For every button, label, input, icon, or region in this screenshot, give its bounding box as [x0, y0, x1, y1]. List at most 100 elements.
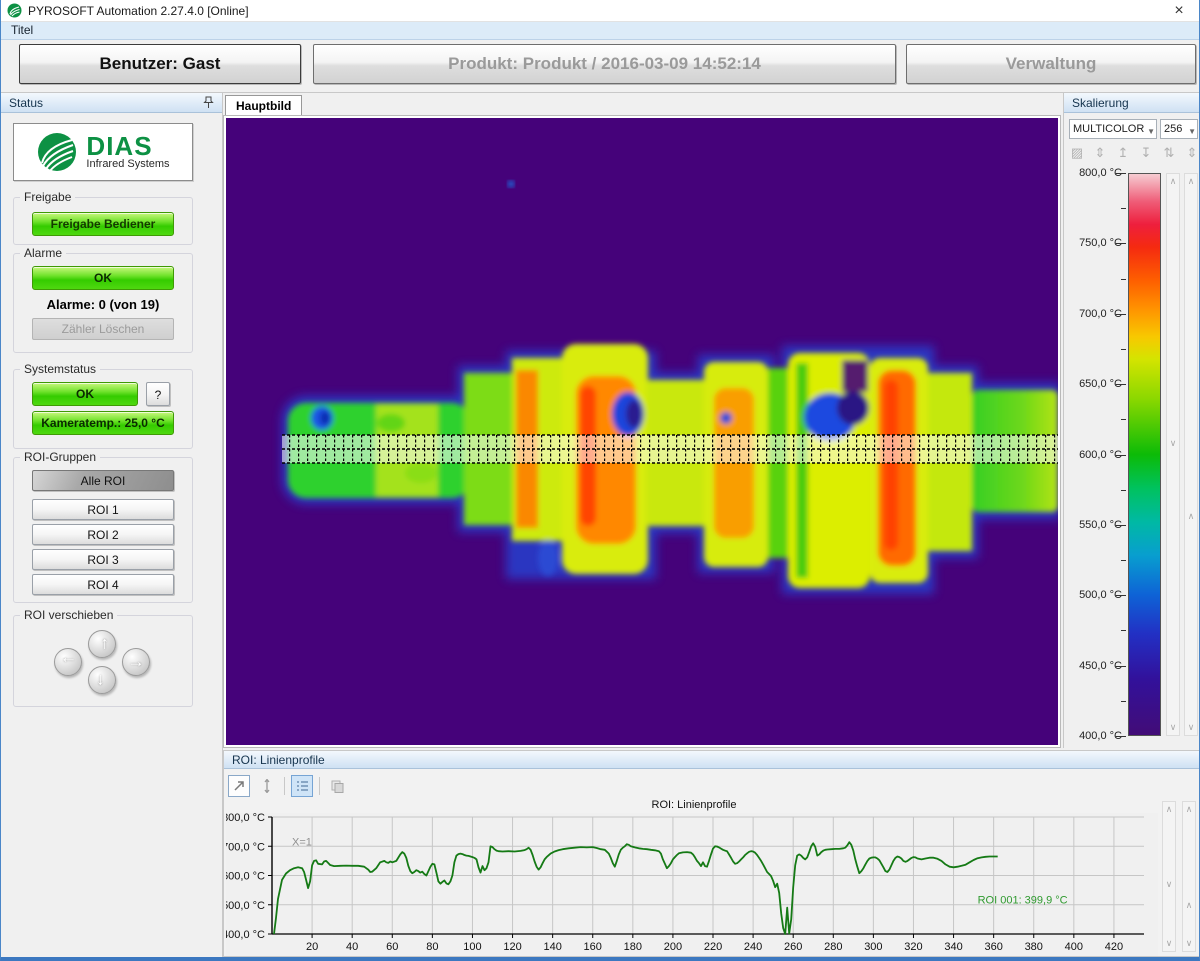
scale-label: 650,0 °C: [1062, 378, 1122, 390]
svg-text:240: 240: [744, 941, 762, 953]
roi-verschieben-group: ROI verschieben → → → →: [13, 615, 193, 707]
scale-scrollbar-min[interactable]: ∧∧∨: [1184, 173, 1198, 736]
scale-min-down-icon[interactable]: ↧: [1139, 145, 1153, 161]
scale-label: 700,0 °C: [1062, 308, 1122, 320]
scale-label: 600,0 °C: [1062, 449, 1122, 461]
user-button[interactable]: Benutzer: Gast: [19, 44, 301, 84]
svg-text:60: 60: [386, 941, 398, 953]
roi-move-left-button[interactable]: →: [54, 648, 82, 676]
alarme-ok-button[interactable]: OK: [32, 266, 174, 290]
dias-subtitle-text: Infrared Systems: [86, 158, 169, 170]
systemstatus-label: Systemstatus: [20, 362, 100, 376]
svg-text:180: 180: [624, 941, 642, 953]
svg-text:280: 280: [824, 941, 842, 953]
line-profile-chart[interactable]: 800,0 °C700,0 °C600,0 °C500,0 °C400,0 °C…: [226, 813, 1158, 956]
scale-reset-icon[interactable]: ⇕: [1185, 145, 1199, 161]
titel-bar: Titel: [1, 22, 1199, 40]
zaehler-loeschen-button[interactable]: Zähler Löschen: [32, 318, 174, 340]
dias-logo: DIAS Infrared Systems: [13, 123, 193, 181]
svg-text:800,0 °C: 800,0 °C: [226, 813, 265, 824]
thermal-image-container: [223, 115, 1061, 748]
svg-text:220: 220: [704, 941, 722, 953]
levels-select[interactable]: 256▼: [1160, 119, 1198, 139]
autoscale-icon[interactable]: [256, 775, 278, 797]
scale-label: 550,0 °C: [1062, 519, 1122, 531]
roi-group-button-roi-4[interactable]: ROI 4: [32, 574, 174, 595]
color-scale-bar[interactable]: [1128, 173, 1161, 736]
svg-text:400,0 °C: 400,0 °C: [226, 929, 265, 941]
skalierung-panel: Skalierung MULTICOLOR▼ 256▼ ▨ ⇕ ↥ ↧ ⇅ ⇕ …: [1063, 92, 1200, 748]
roi-gruppen-label: ROI-Gruppen: [20, 450, 100, 464]
scale-label: 750,0 °C: [1062, 237, 1122, 249]
palette-select[interactable]: MULTICOLOR▼: [1069, 119, 1157, 139]
systemstatus-group: Systemstatus OK ? Kameratemp.: 25,0 °C: [13, 369, 193, 449]
svg-text:X=1: X=1: [292, 836, 312, 848]
scale-label: 400,0 °C: [1062, 730, 1122, 742]
roi-line-profile-band: [282, 435, 1058, 463]
svg-text:340: 340: [944, 941, 962, 953]
chevron-down-icon: ▼: [1188, 123, 1196, 139]
scale-auto-icon[interactable]: ⇅: [1162, 145, 1176, 161]
systemstatus-help-button[interactable]: ?: [146, 382, 170, 406]
scale-max-up-icon[interactable]: ↥: [1116, 145, 1130, 161]
scale-toolbar: ▨ ⇕ ↥ ↧ ⇅ ⇕: [1070, 145, 1199, 161]
skalierung-title: Skalierung: [1072, 96, 1129, 110]
alarme-count-text: Alarme: 0 (von 19): [14, 297, 192, 312]
freigabe-bediener-button[interactable]: Freigabe Bediener: [32, 212, 174, 236]
svg-text:120: 120: [503, 941, 521, 953]
roi-group-button-roi-1[interactable]: ROI 1: [32, 499, 174, 520]
chart-scrollbar-2[interactable]: ∧∧∨: [1182, 801, 1196, 952]
alarme-group: Alarme OK Alarme: 0 (von 19) Zähler Lösc…: [13, 253, 193, 353]
pin-icon[interactable]: [203, 96, 214, 109]
svg-text:40: 40: [346, 941, 358, 953]
roi-group-button-alle-roi[interactable]: Alle ROI: [32, 470, 174, 491]
svg-text:700,0 °C: 700,0 °C: [226, 841, 265, 853]
svg-text:600,0 °C: 600,0 °C: [226, 871, 265, 883]
window-titlebar: PYROSOFT Automation 2.27.4.0 [Online] ×: [1, 0, 1199, 22]
svg-text:200: 200: [664, 941, 682, 953]
top-button-row: Benutzer: Gast Produkt: Produkt / 2016-0…: [1, 40, 1199, 92]
roi-move-up-button[interactable]: →: [88, 630, 116, 658]
svg-text:140: 140: [543, 941, 561, 953]
svg-text:100: 100: [463, 941, 481, 953]
status-panel-title: Status: [9, 96, 43, 110]
scale-label: 450,0 °C: [1062, 660, 1122, 672]
svg-text:260: 260: [784, 941, 802, 953]
tab-hauptbild[interactable]: Hauptbild: [225, 95, 302, 116]
roi-move-down-button[interactable]: →: [88, 666, 116, 694]
roi-group-button-roi-3[interactable]: ROI 3: [32, 549, 174, 570]
verwaltung-button[interactable]: Verwaltung: [906, 44, 1196, 84]
svg-text:300: 300: [864, 941, 882, 953]
svg-text:80: 80: [426, 941, 438, 953]
linienprofile-panel-title: ROI: Linienprofile: [232, 753, 325, 767]
svg-text:320: 320: [904, 941, 922, 953]
copy-icon[interactable]: [326, 775, 348, 797]
status-panel: Status DIAS Infrared Systems Freigabe Fr…: [1, 92, 223, 958]
product-button[interactable]: Produkt: Produkt / 2016-03-09 14:52:14: [313, 44, 896, 84]
legend-list-icon[interactable]: [291, 775, 313, 797]
window-title: PYROSOFT Automation 2.27.4.0 [Online]: [28, 4, 249, 18]
linienprofile-panel: ROI: Linienprofile ROI: Linienprofile 80…: [223, 750, 1200, 957]
roi-move-right-button[interactable]: →: [122, 648, 150, 676]
chart-scrollbar-1[interactable]: ∧∨∨: [1162, 801, 1176, 952]
svg-text:380: 380: [1025, 941, 1043, 953]
dias-logo-icon: [36, 131, 78, 173]
systemstatus-ok-button[interactable]: OK: [32, 382, 138, 406]
svg-text:420: 420: [1105, 941, 1123, 953]
svg-text:360: 360: [984, 941, 1002, 953]
profile-toolbar: [228, 773, 348, 799]
scale-settings-icon[interactable]: ▨: [1070, 145, 1084, 161]
freigabe-group: Freigabe Freigabe Bediener: [13, 197, 193, 245]
export-icon[interactable]: [228, 775, 250, 797]
svg-text:400: 400: [1065, 941, 1083, 953]
color-scale: 800,0 °C750,0 °C700,0 °C650,0 °C600,0 °C…: [1064, 171, 1200, 743]
roi-group-button-roi-2[interactable]: ROI 2: [32, 524, 174, 545]
chart-title: ROI: Linienprofile: [224, 799, 1164, 811]
close-icon[interactable]: ×: [1165, 1, 1193, 21]
scale-expand-icon[interactable]: ⇕: [1093, 145, 1107, 161]
dias-brand-text: DIAS: [86, 134, 169, 158]
kameratemp-button[interactable]: Kameratemp.: 25,0 °C: [32, 411, 174, 435]
scale-scrollbar-max[interactable]: ∧∨∨: [1166, 173, 1180, 736]
thermal-image[interactable]: [226, 118, 1058, 745]
chevron-down-icon: ▼: [1147, 123, 1155, 139]
